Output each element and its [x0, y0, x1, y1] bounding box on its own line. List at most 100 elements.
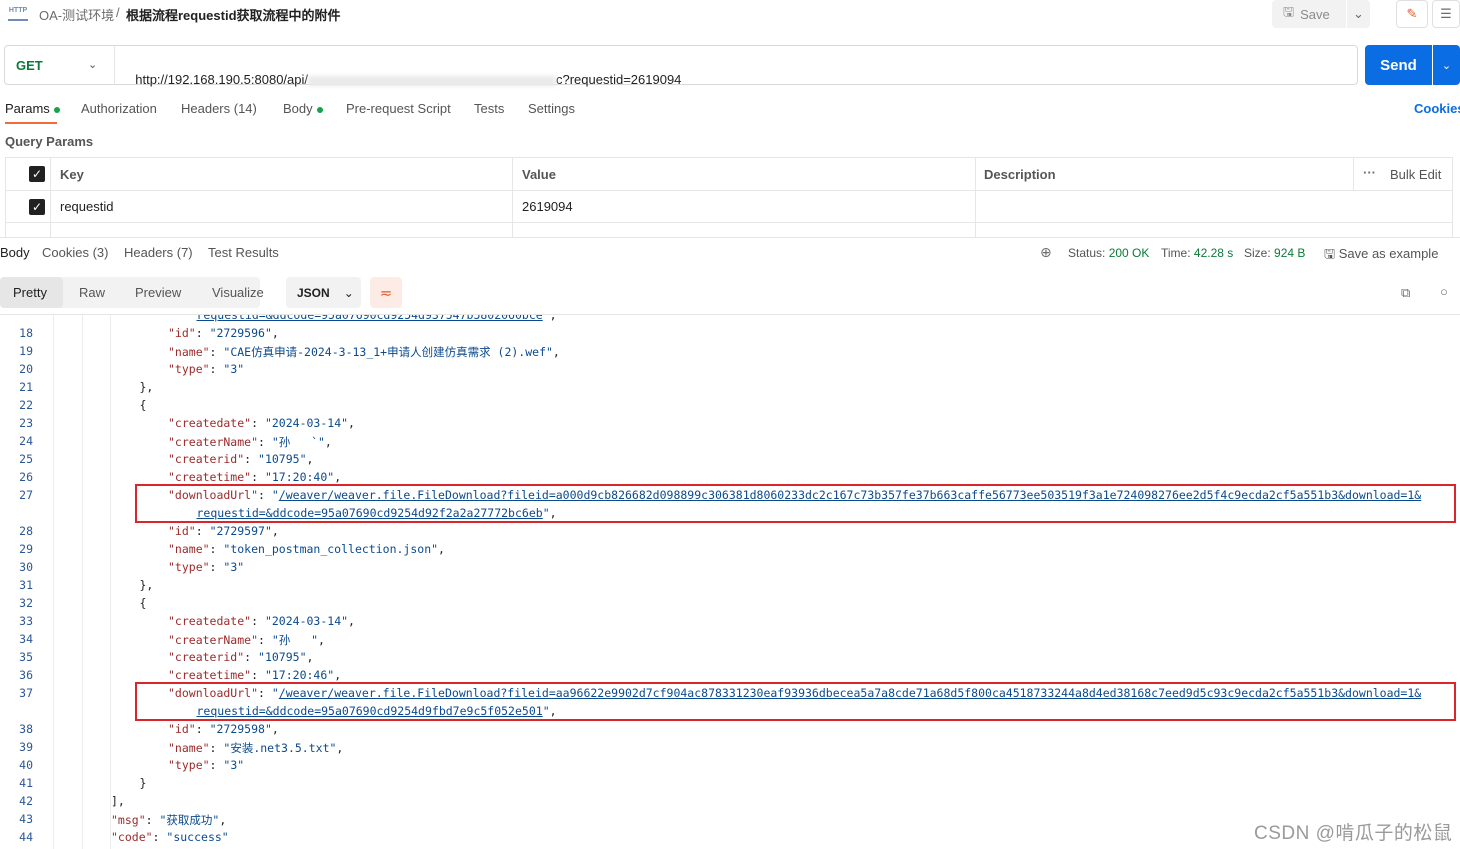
code-line: {	[140, 398, 147, 412]
line-number: 19	[19, 344, 33, 358]
code-line: "createtime": "17:20:40",	[168, 470, 341, 484]
line-number: 29	[19, 542, 33, 556]
method-select[interactable]: GET	[16, 58, 43, 73]
response-tab-body[interactable]: Body	[0, 245, 30, 260]
code-token: "17:20:46"	[264, 668, 335, 682]
globe-icon[interactable]: ⊕	[1040, 244, 1052, 261]
code-token: "name"	[168, 741, 210, 755]
chevron-down-icon[interactable]: ⌄	[88, 58, 97, 71]
code-line: }	[140, 776, 147, 790]
code-token: "createrid"	[168, 650, 245, 664]
code-token: :	[209, 560, 224, 574]
comment-icon: ☰	[1440, 6, 1452, 21]
response-tab-test-results[interactable]: Test Results	[208, 245, 279, 260]
search-icon[interactable]: ○	[1440, 284, 1448, 299]
tab-label: Body	[283, 101, 313, 116]
view-tab-visualize[interactable]: Visualize	[212, 285, 264, 300]
response-tab-cookies[interactable]: Cookies (3)	[42, 245, 108, 260]
code-token: ,	[324, 435, 332, 449]
code-line: "createrid": "10795",	[168, 452, 313, 466]
line-number: 37	[19, 686, 33, 700]
code-token: "type"	[168, 362, 210, 376]
view-tab-pretty[interactable]: Pretty	[13, 285, 47, 300]
format-select[interactable]: JSON ⌄	[286, 277, 361, 308]
code-token: "孙 `"	[271, 435, 325, 449]
param-row-checkbox[interactable]: ✓	[29, 199, 45, 215]
view-tab-raw[interactable]: Raw	[79, 285, 105, 300]
chevron-down-icon: ⌄	[1441, 59, 1452, 72]
code-token: "17:20:40"	[264, 470, 335, 484]
request-title[interactable]: 根据流程requestid获取流程中的附件	[126, 5, 341, 24]
code-line: "type": "3"	[168, 362, 244, 376]
code-token: :	[209, 741, 224, 755]
tab-headers[interactable]: Headers (14)	[181, 101, 257, 116]
tab-params[interactable]: Params	[5, 101, 60, 116]
response-tab-headers[interactable]: Headers (7)	[124, 245, 193, 260]
code-token: ],	[111, 794, 125, 808]
copy-icon[interactable]: ⧉	[1401, 285, 1410, 301]
code-token: "createdate"	[168, 416, 252, 430]
code-token: "msg"	[111, 813, 146, 827]
code-token: :	[244, 452, 259, 466]
code-token[interactable]: requestid=&ddcode=95a07690cd9254d937547b…	[197, 315, 543, 322]
line-number: 28	[19, 524, 33, 538]
save-label: Save	[1300, 6, 1330, 22]
more-options-icon[interactable]: ···	[1363, 165, 1376, 180]
code-line: "createdate": "2024-03-14",	[168, 614, 355, 628]
code-token: :	[209, 542, 224, 556]
comments-button[interactable]: ☰	[1432, 0, 1460, 28]
size-value: 924 B	[1274, 246, 1306, 260]
tab-tests[interactable]: Tests	[474, 101, 504, 116]
send-dropdown-button[interactable]: ⌄	[1433, 45, 1460, 85]
highlight-box	[135, 682, 1456, 721]
code-line: "msg": "获取成功",	[111, 812, 226, 828]
code-token: "createrName"	[168, 633, 259, 647]
code-token: "10795"	[258, 650, 307, 664]
code-token: "2729598"	[209, 722, 272, 736]
line-number: 22	[19, 398, 33, 412]
code-token: :	[258, 435, 272, 449]
active-dot	[316, 106, 323, 113]
divider	[1452, 157, 1453, 237]
wrap-lines-button[interactable]: ≂	[370, 277, 402, 308]
code-token: ,	[271, 524, 279, 538]
view-tab-preview[interactable]: Preview	[135, 285, 181, 300]
code-token: "token_postman_collection.json"	[223, 542, 439, 556]
code-token: ,	[306, 452, 314, 466]
select-all-checkbox[interactable]: ✓	[29, 166, 45, 182]
code-line: },	[140, 578, 154, 592]
code-token: "2729596"	[209, 326, 272, 340]
tab-settings[interactable]: Settings	[528, 101, 575, 116]
tab-pre-request-script[interactable]: Pre-request Script	[346, 101, 451, 116]
bulk-edit-button[interactable]: Bulk Edit	[1390, 167, 1441, 182]
param-key-cell[interactable]: requestid	[60, 199, 113, 214]
column-header-key: Key	[60, 167, 84, 182]
save-as-example-button[interactable]: 🖫 Save as example	[1324, 245, 1438, 267]
tab-body[interactable]: Body	[283, 101, 323, 116]
status-value: 200 OK	[1108, 246, 1150, 260]
save-button[interactable]: 🖫 Save	[1272, 0, 1346, 28]
save-dropdown-button[interactable]: ⌄	[1347, 0, 1370, 28]
send-button[interactable]: Send	[1365, 45, 1432, 85]
edit-button[interactable]: ✎	[1396, 0, 1428, 28]
response-body-editor[interactable]: requestid=&ddcode=95a07690cd9254d937547b…	[0, 315, 1460, 849]
cookies-link[interactable]: Cookies	[1414, 101, 1460, 116]
code-token: :	[251, 416, 265, 430]
time-value: 42.28 s	[1193, 246, 1234, 260]
code-token: :	[209, 345, 224, 359]
line-number: 40	[19, 758, 33, 772]
line-number: 27	[19, 488, 33, 502]
code-token: "name"	[168, 345, 210, 359]
code-token: "获取成功"	[159, 813, 220, 827]
code-line: "type": "3"	[168, 758, 244, 772]
line-number: 25	[19, 452, 33, 466]
status-label: Status:	[1068, 246, 1106, 260]
line-number: 38	[19, 722, 33, 736]
code-token: "2729597"	[209, 524, 272, 538]
param-value-cell[interactable]: 2619094	[522, 199, 573, 214]
url-input[interactable]: http://192.168.190.5:8080/api/c?requesti…	[128, 57, 681, 87]
code-token: "createtime"	[168, 668, 252, 682]
breadcrumb-workspace[interactable]: OA-测试环境	[39, 5, 114, 24]
code-token: "success"	[166, 830, 229, 844]
tab-authorization[interactable]: Authorization	[81, 101, 157, 116]
